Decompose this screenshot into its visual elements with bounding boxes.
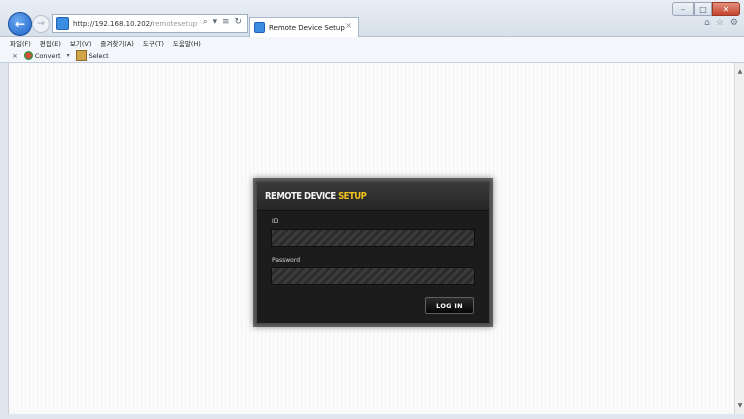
- home-icon[interactable]: ⌂: [704, 18, 710, 28]
- address-tools[interactable]: ⌕ ▾ ≡ ↻: [203, 17, 243, 27]
- url-path: remotesetup: [152, 19, 198, 28]
- tab-page-icon: [254, 22, 265, 33]
- scroll-up-icon[interactable]: ▲: [736, 67, 744, 76]
- address-bar[interactable]: http://192.168.10.202/remotesetup ⌕ ▾ ≡ …: [52, 14, 248, 33]
- login-button[interactable]: LOG IN: [425, 297, 474, 314]
- login-title-accent: SETUP: [338, 191, 367, 202]
- window-bottom-edge: [0, 414, 744, 419]
- login-title-main: REMOTE DEVICE: [265, 191, 339, 202]
- id-input[interactable]: [271, 229, 475, 247]
- id-label: ID: [272, 218, 279, 225]
- minimize-button[interactable]: –: [672, 2, 694, 16]
- tab-title: Remote Device Setup: [269, 23, 345, 32]
- convert-button[interactable]: Convert: [23, 51, 61, 60]
- tab-close-icon[interactable]: ×: [345, 21, 352, 30]
- select-label: Select: [88, 51, 109, 60]
- command-bar-close-icon[interactable]: ×: [12, 52, 18, 60]
- menu-favorites[interactable]: 즐겨찾기(A): [100, 38, 133, 48]
- forward-icon[interactable]: →: [32, 15, 50, 33]
- menu-file[interactable]: 파일(F): [10, 38, 31, 48]
- command-bar: × Convert ▾ Select: [0, 49, 744, 63]
- menu-view[interactable]: 보기(V): [70, 38, 91, 48]
- gear-icon[interactable]: ⚙: [730, 18, 738, 28]
- select-icon: [75, 50, 87, 61]
- login-title: REMOTE DEVICE SETUP: [265, 191, 367, 202]
- convert-dropdown-icon[interactable]: ▾: [67, 52, 70, 59]
- url-host: http://192.168.10.202/: [73, 19, 153, 28]
- star-icon[interactable]: ☆: [716, 18, 724, 28]
- menu-bar: 파일(F) 편집(E) 보기(V) 즐겨찾기(A) 도구(T) 도움말(H): [0, 37, 744, 49]
- tab-remote-device-setup[interactable]: Remote Device Setup ×: [249, 17, 359, 37]
- page-icon: [56, 17, 69, 30]
- close-button[interactable]: ✕: [712, 2, 740, 16]
- menu-edit[interactable]: 편집(E): [40, 38, 61, 48]
- password-input[interactable]: [271, 267, 475, 285]
- maximize-button[interactable]: □: [694, 2, 712, 16]
- password-label: Password: [272, 257, 301, 264]
- menu-tools[interactable]: 도구(T): [143, 38, 164, 48]
- vertical-scrollbar[interactable]: ▲ ▼: [734, 63, 744, 414]
- select-button[interactable]: Select: [75, 50, 109, 61]
- login-header: REMOTE DEVICE SETUP: [257, 182, 489, 211]
- toolbar-icons: ⌂ ☆ ⚙: [704, 18, 738, 28]
- scroll-down-icon[interactable]: ▼: [736, 401, 744, 410]
- convert-icon: [23, 51, 33, 60]
- window-controls: – □ ✕: [672, 2, 740, 16]
- convert-label: Convert: [34, 51, 61, 60]
- login-dialog: REMOTE DEVICE SETUP ID Password LOG IN: [256, 181, 490, 324]
- back-icon[interactable]: ←: [8, 12, 32, 36]
- menu-help[interactable]: 도움말(H): [173, 38, 201, 48]
- url-text[interactable]: http://192.168.10.202/remotesetup: [73, 20, 197, 28]
- browser-titlebar: ← → http://192.168.10.202/remotesetup ⌕ …: [0, 0, 744, 37]
